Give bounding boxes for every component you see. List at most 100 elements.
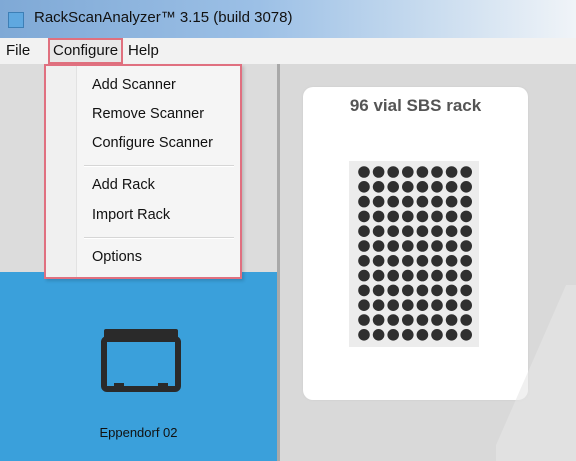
menu-item-remove-scanner[interactable]: Remove Scanner <box>92 106 204 122</box>
rack-well[interactable] <box>431 181 443 193</box>
rack-well[interactable] <box>431 166 443 178</box>
rack-well[interactable] <box>387 181 399 193</box>
rack-well[interactable] <box>431 240 443 252</box>
rack-well[interactable] <box>445 329 458 341</box>
rack-well[interactable] <box>402 195 414 208</box>
rack-well[interactable] <box>358 329 370 341</box>
rack-well[interactable] <box>387 210 399 223</box>
rack-well[interactable] <box>402 284 414 297</box>
rack-well[interactable] <box>460 166 472 178</box>
rack-well[interactable] <box>387 314 399 326</box>
rack-well[interactable] <box>358 255 370 267</box>
rack-well[interactable] <box>372 240 385 252</box>
rack-well[interactable] <box>445 195 458 208</box>
rack-well[interactable] <box>358 195 370 208</box>
rack-well[interactable] <box>372 329 385 341</box>
rack-well[interactable] <box>372 284 385 297</box>
rack-well[interactable] <box>372 181 385 193</box>
rack-well[interactable] <box>460 329 472 341</box>
menu-help[interactable]: Help <box>124 38 163 64</box>
rack-well[interactable] <box>358 269 370 282</box>
rack-well[interactable] <box>402 255 414 267</box>
rack-well[interactable] <box>387 255 399 267</box>
rack-well[interactable] <box>445 269 458 282</box>
rack-well[interactable] <box>460 284 472 297</box>
rack-well[interactable] <box>416 195 429 208</box>
rack-well[interactable] <box>445 299 458 311</box>
rack-well[interactable] <box>402 210 414 223</box>
rack-well[interactable] <box>460 255 472 267</box>
rack-well[interactable] <box>445 284 458 297</box>
rack-well[interactable] <box>445 314 458 326</box>
rack-well[interactable] <box>372 195 385 208</box>
rack-well[interactable] <box>387 329 399 341</box>
rack-well[interactable] <box>445 240 458 252</box>
rack-well[interactable] <box>402 269 414 282</box>
rack-well[interactable] <box>445 210 458 223</box>
rack-well[interactable] <box>460 210 472 223</box>
menu-item-add-scanner[interactable]: Add Scanner <box>92 77 176 93</box>
rack-well[interactable] <box>358 225 370 237</box>
rack-well[interactable] <box>402 166 414 178</box>
rack-well[interactable] <box>387 284 399 297</box>
rack-well[interactable] <box>387 166 399 178</box>
rack-well[interactable] <box>402 329 414 341</box>
menu-item-options[interactable]: Options <box>92 249 142 265</box>
rack-well[interactable] <box>387 299 399 311</box>
rack-well[interactable] <box>372 269 385 282</box>
rack-well[interactable] <box>460 269 472 282</box>
rack-well[interactable] <box>416 166 429 178</box>
rack-well[interactable] <box>431 329 443 341</box>
rack-well[interactable] <box>431 299 443 311</box>
rack-well[interactable] <box>416 181 429 193</box>
rack-well[interactable] <box>460 225 472 237</box>
rack-well[interactable] <box>431 269 443 282</box>
rack-well[interactable] <box>358 284 370 297</box>
rack-well[interactable] <box>416 314 429 326</box>
rack-well[interactable] <box>402 314 414 326</box>
rack-well[interactable] <box>372 166 385 178</box>
rack-well[interactable] <box>445 255 458 267</box>
rack-well[interactable] <box>358 314 370 326</box>
menu-file[interactable]: File <box>2 38 34 64</box>
rack-well[interactable] <box>387 225 399 237</box>
menu-configure[interactable]: Configure <box>48 38 124 64</box>
rack-well[interactable] <box>402 240 414 252</box>
rack-well[interactable] <box>402 181 414 193</box>
rack-well[interactable] <box>358 166 370 178</box>
rack-well[interactable] <box>416 240 429 252</box>
rack-well[interactable] <box>416 269 429 282</box>
rack-well[interactable] <box>416 299 429 311</box>
rack-well[interactable] <box>372 299 385 311</box>
rack-well[interactable] <box>387 195 399 208</box>
rack-well[interactable] <box>460 195 472 208</box>
rack-well[interactable] <box>445 166 458 178</box>
menu-item-import-rack[interactable]: Import Rack <box>92 207 170 223</box>
rack-well[interactable] <box>387 240 399 252</box>
rack-well[interactable] <box>460 181 472 193</box>
rack-well[interactable] <box>416 210 429 223</box>
rack-well[interactable] <box>431 314 443 326</box>
rack-well[interactable] <box>372 225 385 237</box>
rack-well[interactable] <box>387 269 399 282</box>
rack-well[interactable] <box>416 329 429 341</box>
rack-well[interactable] <box>372 210 385 223</box>
menu-item-configure-scanner[interactable]: Configure Scanner <box>92 135 213 151</box>
rack-well[interactable] <box>445 225 458 237</box>
rack-well[interactable] <box>431 255 443 267</box>
rack-well[interactable] <box>358 299 370 311</box>
rack-well[interactable] <box>460 240 472 252</box>
rack-well[interactable] <box>431 210 443 223</box>
rack-well[interactable] <box>431 225 443 237</box>
rack-well[interactable] <box>372 314 385 326</box>
rack-well[interactable] <box>402 225 414 237</box>
rack-well[interactable] <box>431 284 443 297</box>
rack-well[interactable] <box>416 255 429 267</box>
rack-well[interactable] <box>372 255 385 267</box>
rack-well[interactable] <box>358 181 370 193</box>
rack-well[interactable] <box>445 181 458 193</box>
rack-well[interactable] <box>460 299 472 311</box>
rack-well[interactable] <box>460 314 472 326</box>
rack-well[interactable] <box>416 284 429 297</box>
rack-well[interactable] <box>431 195 443 208</box>
